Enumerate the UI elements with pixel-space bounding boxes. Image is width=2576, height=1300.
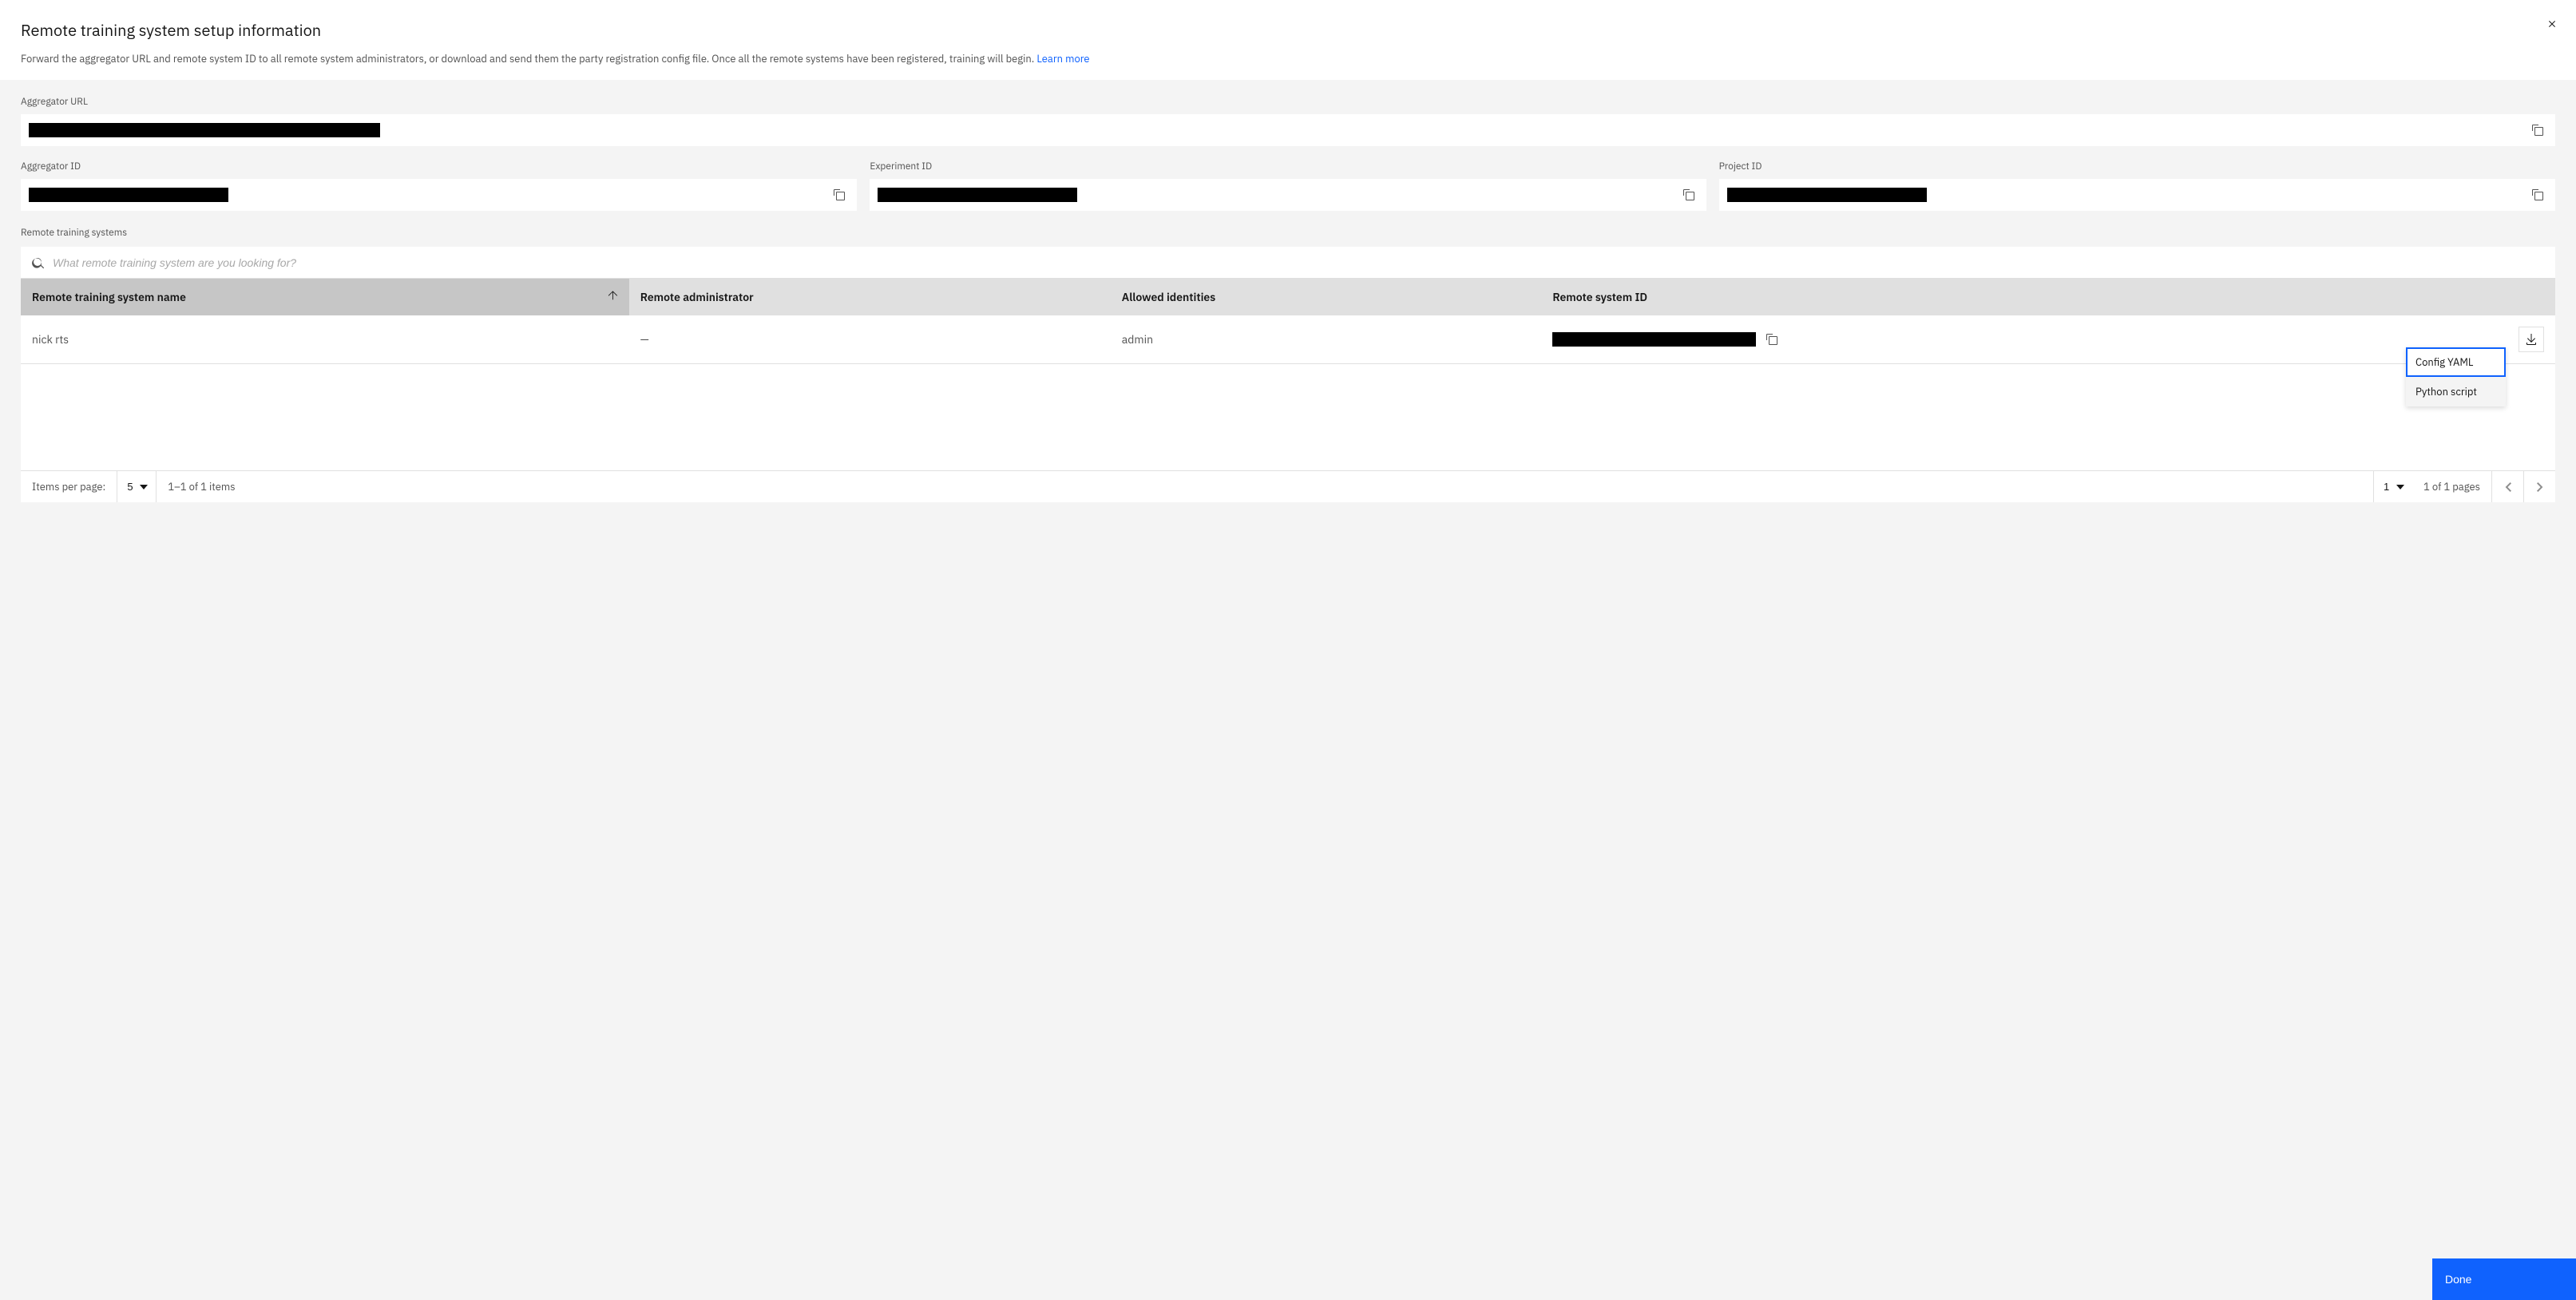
- col-header-admin[interactable]: Remote administrator: [629, 279, 1111, 315]
- aggregator-url-label: Aggregator URL: [21, 96, 2555, 108]
- col-header-name[interactable]: Remote training system name: [21, 279, 629, 315]
- items-per-page-select[interactable]: 5: [117, 471, 157, 502]
- aggregator-id-field: Aggregator ID: [21, 161, 857, 211]
- project-id-field: Project ID: [1719, 161, 2555, 211]
- dropdown-item-python-script[interactable]: Python script: [2406, 377, 2506, 406]
- sort-asc-icon: [607, 290, 618, 304]
- experiment-id-field: Experiment ID: [870, 161, 1706, 211]
- col-header-download: [2378, 279, 2555, 315]
- experiment-id-value-redacted: [878, 188, 1077, 202]
- copy-aggregator-url-button[interactable]: [2528, 121, 2547, 140]
- aggregator-id-label: Aggregator ID: [21, 161, 857, 172]
- next-page-button[interactable]: [2523, 471, 2555, 502]
- pages-text: 1 of 1 pages: [2412, 480, 2491, 493]
- dropdown-item-config-yaml[interactable]: Config YAML: [2406, 347, 2506, 377]
- remote-training-systems-section: Remote training systems Remote training …: [21, 227, 2555, 502]
- search-row: [21, 247, 2555, 279]
- search-icon: [32, 256, 45, 269]
- copy-experiment-id-button[interactable]: [1679, 185, 1698, 204]
- copy-remote-system-id-button[interactable]: [1762, 330, 1781, 349]
- modal-title: Remote training system setup information: [21, 19, 2555, 41]
- rts-table: Remote training system name Remote admin…: [21, 279, 2555, 364]
- experiment-id-label: Experiment ID: [870, 161, 1706, 172]
- project-id-value-redacted: [1727, 188, 1927, 202]
- copy-project-id-button[interactable]: [2528, 185, 2547, 204]
- remote-system-id-redacted: [1552, 332, 1756, 347]
- project-id-label: Project ID: [1719, 161, 2555, 172]
- cell-name: nick rts: [21, 315, 629, 364]
- prev-page-button[interactable]: [2491, 471, 2523, 502]
- experiment-id-box: [870, 179, 1706, 211]
- copy-icon: [1766, 333, 1778, 346]
- copy-icon: [833, 188, 846, 201]
- items-per-page-label: Items per page:: [21, 480, 117, 493]
- modal-header: Remote training system setup information…: [0, 0, 2576, 80]
- close-button[interactable]: [2539, 11, 2565, 37]
- search-input[interactable]: [53, 256, 2544, 269]
- modal-subtitle: Forward the aggregator URL and remote sy…: [21, 52, 2555, 65]
- copy-aggregator-id-button[interactable]: [830, 185, 849, 204]
- cell-identities: admin: [1111, 315, 1542, 364]
- table-header-row: Remote training system name Remote admin…: [21, 279, 2555, 315]
- cell-download: Config YAML Python script: [2378, 315, 2555, 364]
- rts-section-label: Remote training systems: [21, 227, 2555, 239]
- col-header-identities[interactable]: Allowed identities: [1111, 279, 1542, 315]
- table-row: nick rts — admin: [21, 315, 2555, 364]
- col-header-sysid[interactable]: Remote system ID: [1541, 279, 2377, 315]
- table-wrap: Remote training system name Remote admin…: [21, 279, 2555, 470]
- modal-body: Aggregator URL Aggregator ID Experim: [0, 80, 2576, 518]
- download-dropdown: Config YAML Python script: [2406, 347, 2506, 406]
- learn-more-link[interactable]: Learn more: [1036, 52, 1089, 65]
- aggregator-url-value-redacted: [29, 123, 380, 137]
- caret-right-icon: [2537, 482, 2543, 492]
- copy-icon: [1682, 188, 1695, 201]
- cell-admin: —: [629, 315, 1111, 364]
- cell-sysid: [1541, 315, 2377, 364]
- download-button[interactable]: [2519, 327, 2544, 352]
- download-icon: [2525, 333, 2538, 346]
- aggregator-url-box: [21, 114, 2555, 146]
- copy-icon: [2531, 124, 2544, 137]
- caret-left-icon: [2505, 482, 2511, 492]
- close-icon: [2546, 18, 2558, 30]
- col-header-name-text: Remote training system name: [32, 290, 186, 304]
- modal-container: Remote training system setup information…: [0, 0, 2576, 1300]
- done-button[interactable]: Done: [2432, 1258, 2576, 1300]
- subtitle-text: Forward the aggregator URL and remote sy…: [21, 52, 1036, 65]
- page-select[interactable]: 1: [2373, 471, 2412, 502]
- project-id-box: [1719, 179, 2555, 211]
- items-range-text: 1–1 of 1 items: [157, 480, 246, 493]
- copy-icon: [2531, 188, 2544, 201]
- pagination-right: 1 1 of 1 pages: [2373, 471, 2555, 502]
- pagination-left: Items per page: 5 1–1 of 1 items: [21, 471, 247, 502]
- aggregator-id-box: [21, 179, 857, 211]
- pagination: Items per page: 5 1–1 of 1 items 1 1 of …: [21, 470, 2555, 502]
- aggregator-url-field: Aggregator URL: [21, 96, 2555, 146]
- id-row: Aggregator ID Experiment ID: [21, 161, 2555, 211]
- aggregator-id-value-redacted: [29, 188, 228, 202]
